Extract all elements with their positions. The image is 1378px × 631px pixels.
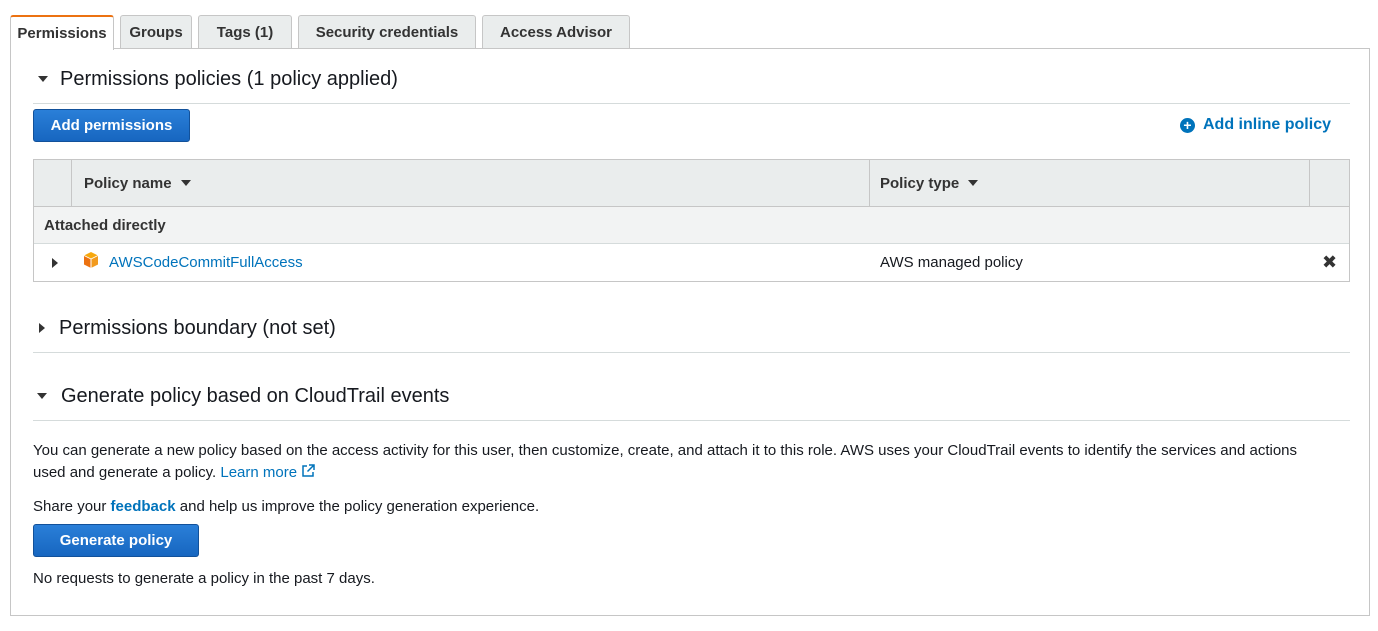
policy-type-header-label: Policy type	[880, 174, 960, 192]
add-permissions-button[interactable]: Add permissions	[33, 109, 190, 142]
expand-caret-icon	[52, 257, 58, 268]
group-row-attached-directly: Attached directly	[34, 207, 1349, 244]
policies-table: Policy name Policy type Attached directl…	[33, 159, 1350, 282]
expand-caret-icon	[39, 323, 45, 333]
learn-more-link[interactable]: Learn more	[220, 464, 315, 481]
group-label: Attached directly	[44, 216, 166, 234]
remove-policy-button[interactable]: ✖	[1310, 252, 1349, 273]
feedback-link[interactable]: feedback	[111, 498, 176, 515]
learn-more-label: Learn more	[220, 464, 298, 481]
add-inline-policy-link[interactable]: + Add inline policy	[1179, 116, 1331, 134]
feedback-prefix: Share your	[33, 498, 107, 515]
generate-policy-status: No requests to generate a policy in the …	[33, 570, 375, 587]
generate-policy-title: Generate policy based on CloudTrail even…	[61, 384, 450, 407]
feedback-line: Share your feedback and help us improve …	[33, 496, 1353, 518]
table-header: Policy name Policy type	[34, 160, 1349, 207]
managed-policy-cube-icon	[83, 251, 99, 268]
collapse-caret-icon	[38, 76, 48, 82]
policy-name-header-label: Policy name	[84, 174, 172, 192]
policy-type-cell: AWS managed policy	[880, 254, 1023, 271]
collapse-caret-icon	[37, 393, 47, 399]
permissions-boundary-title: Permissions boundary (not set)	[59, 316, 336, 339]
tab-permissions[interactable]: Permissions	[10, 15, 114, 50]
sort-caret-icon	[968, 180, 979, 186]
generate-policy-button[interactable]: Generate policy	[33, 524, 199, 557]
row-expander[interactable]	[34, 257, 72, 268]
sort-caret-icon	[180, 180, 191, 186]
generate-policy-header[interactable]: Generate policy based on CloudTrail even…	[33, 372, 1350, 421]
add-inline-policy-label: Add inline policy	[1202, 116, 1331, 133]
permissions-panel: Permissions policies (1 policy applied) …	[10, 48, 1370, 616]
permissions-policies-title: Permissions policies (1 policy applied)	[60, 67, 398, 90]
feedback-suffix: and help us improve the policy generatio…	[179, 498, 540, 515]
plus-circle-icon: +	[1179, 117, 1195, 133]
policy-name-cell: AWSCodeCommitFullAccess	[72, 251, 870, 271]
external-link-icon	[302, 464, 315, 477]
generate-policy-description: You can generate a new policy based on t…	[33, 440, 1353, 484]
policy-name-link[interactable]: AWSCodeCommitFullAccess	[109, 254, 303, 271]
tab-bar: Permissions Groups Tags (1) Security cre…	[10, 15, 636, 50]
column-header-policy-type[interactable]: Policy type	[870, 160, 1310, 206]
header-actions-column	[1310, 160, 1349, 206]
permissions-boundary-header[interactable]: Permissions boundary (not set)	[33, 304, 1350, 353]
permissions-policies-header[interactable]: Permissions policies (1 policy applied)	[33, 55, 1350, 104]
tab-security-credentials[interactable]: Security credentials	[298, 15, 476, 48]
close-icon: ✖	[1321, 252, 1338, 272]
description-line-1: You can generate a new policy based on t…	[33, 442, 1298, 459]
table-row: AWSCodeCommitFullAccess AWS managed poli…	[34, 244, 1349, 282]
tab-access-advisor[interactable]: Access Advisor	[482, 15, 630, 48]
tab-groups[interactable]: Groups	[120, 15, 192, 48]
description-line-2: used and generate a policy.	[33, 464, 217, 481]
tab-tags[interactable]: Tags (1)	[198, 15, 292, 48]
column-header-policy-name[interactable]: Policy name	[72, 160, 870, 206]
header-expander-column	[34, 160, 72, 206]
